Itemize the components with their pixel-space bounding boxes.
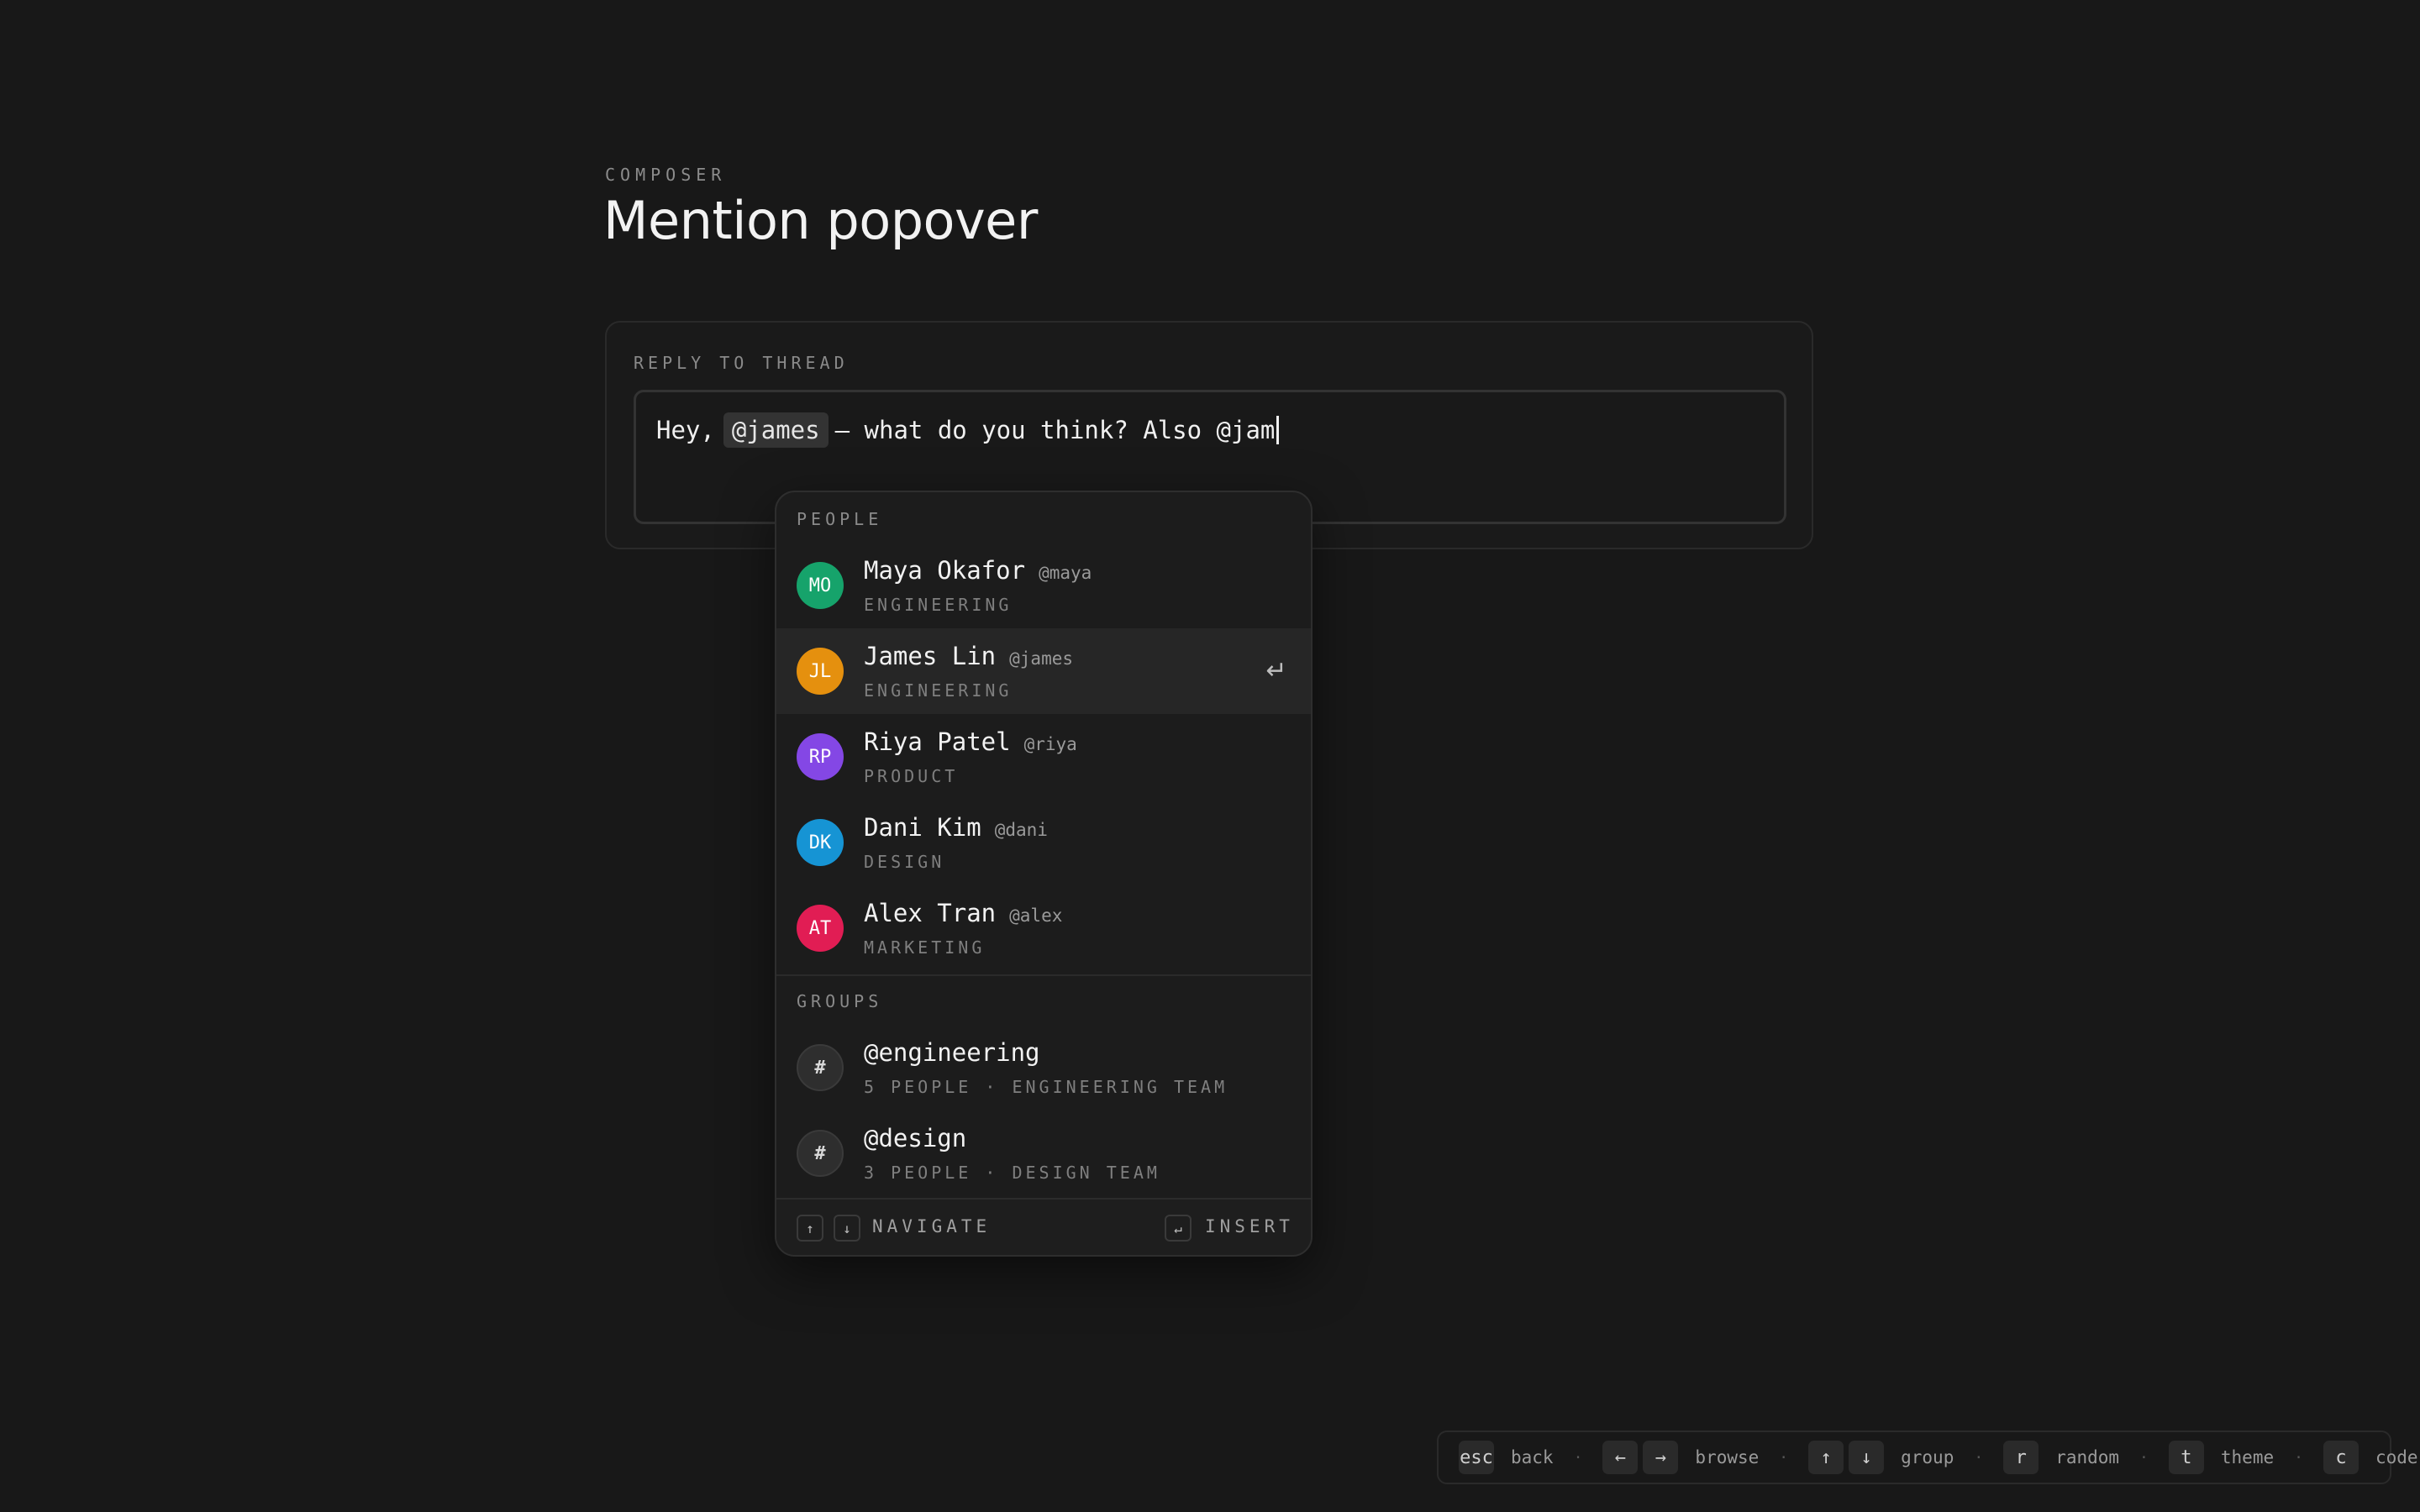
reply-label: REPLY TO THREAD <box>634 353 849 373</box>
group-row[interactable]: # @design 3 PEOPLE · DESIGN TEAM <box>776 1110 1311 1196</box>
avatar: AT <box>797 905 844 952</box>
hint-separator: · <box>1573 1448 1583 1467</box>
page-title: Mention popover <box>603 190 1038 251</box>
mention-popover: PEOPLE MO Maya Okafor @maya ENGINEERING … <box>775 491 1313 1257</box>
insert-hint: INSERT <box>1205 1216 1294 1236</box>
avatar: RP <box>797 733 844 780</box>
person-row[interactable]: AT Alex Tran @alex MARKETING <box>776 885 1311 971</box>
person-handle: @riya <box>1023 734 1077 754</box>
hint-label: code <box>2375 1447 2418 1467</box>
enter-icon: ↵ <box>1265 657 1287 685</box>
hash-icon: # <box>797 1130 844 1177</box>
person-row-active[interactable]: JL James Lin @james ENGINEERING ↵ <box>776 628 1311 714</box>
person-team: DESIGN <box>864 852 945 872</box>
group-name: @design <box>864 1124 967 1152</box>
group-meta: 5 PEOPLE · ENGINEERING TEAM <box>864 1077 1228 1097</box>
person-row[interactable]: DK Dani Kim @dani DESIGN <box>776 800 1311 885</box>
person-name: Riya Patel <box>864 727 1011 756</box>
arrow-right-key[interactable]: → <box>1643 1441 1679 1474</box>
arrow-left-key[interactable]: ← <box>1602 1441 1639 1474</box>
esc-key[interactable]: esc <box>1459 1441 1494 1474</box>
person-handle: @maya <box>1039 563 1092 583</box>
keyboard-hint-bar: esc back · ← → browse · ↑ ↓ group · r ra… <box>1437 1431 2418 1484</box>
hint-label: back <box>1511 1447 1554 1467</box>
person-name: Maya Okafor <box>864 556 1026 585</box>
arrow-down-key-icon: ↓ <box>834 1215 860 1242</box>
group-name: @engineering <box>864 1038 1040 1067</box>
person-name: Dani Kim <box>864 813 981 842</box>
navigate-hint: NAVIGATE <box>872 1216 992 1236</box>
hint-label: group <box>1901 1447 1954 1467</box>
groups-section-label: GROUPS <box>797 991 883 1011</box>
person-team: PRODUCT <box>864 766 959 786</box>
person-handle: @james <box>1009 648 1073 669</box>
reply-text: Hey, @james — what do you think? Also @j… <box>656 409 1280 451</box>
person-handle: @dani <box>994 820 1048 840</box>
group-row[interactable]: # @engineering 5 PEOPLE · ENGINEERING TE… <box>776 1025 1311 1110</box>
group-meta: 3 PEOPLE · DESIGN TEAM <box>864 1163 1160 1183</box>
section-divider <box>776 974 1311 976</box>
person-row[interactable]: MO Maya Okafor @maya ENGINEERING <box>776 543 1311 628</box>
text-caret <box>1276 416 1280 444</box>
hint-label: browse <box>1695 1447 1760 1467</box>
page-eyebrow: COMPOSER <box>605 165 727 185</box>
person-team: MARKETING <box>864 937 986 958</box>
person-name: James Lin <box>864 642 997 670</box>
text-before: Hey, <box>656 416 715 444</box>
person-team: ENGINEERING <box>864 680 1013 701</box>
text-after: — what do you think? Also @jam <box>834 416 1276 444</box>
avatar: JL <box>797 648 844 695</box>
hint-separator: · <box>2139 1448 2149 1467</box>
hint-separator: · <box>2294 1448 2303 1467</box>
arrow-down-key[interactable]: ↓ <box>1849 1441 1885 1474</box>
person-handle: @alex <box>1009 906 1063 926</box>
hint-label: random <box>2055 1447 2120 1467</box>
person-name: Alex Tran <box>864 899 997 927</box>
avatar: DK <box>797 819 844 866</box>
popover-footer: ↑ ↓ NAVIGATE ↵ INSERT <box>776 1198 1311 1255</box>
c-key[interactable]: c <box>2323 1441 2359 1474</box>
hint-label: theme <box>2220 1447 2275 1467</box>
hash-icon: # <box>797 1044 844 1091</box>
avatar: MO <box>797 562 844 609</box>
arrow-up-key[interactable]: ↑ <box>1808 1441 1844 1474</box>
people-section-label: PEOPLE <box>797 509 883 529</box>
hint-separator: · <box>1974 1448 1984 1467</box>
arrow-up-key-icon: ↑ <box>797 1215 823 1242</box>
t-key[interactable]: t <box>2168 1441 2204 1474</box>
mention-chip[interactable]: @james <box>723 412 829 448</box>
hint-separator: · <box>1779 1448 1789 1467</box>
enter-key-icon: ↵ <box>1165 1215 1192 1242</box>
r-key[interactable]: r <box>2003 1441 2039 1474</box>
person-team: ENGINEERING <box>864 595 1013 615</box>
person-row[interactable]: RP Riya Patel @riya PRODUCT <box>776 714 1311 800</box>
